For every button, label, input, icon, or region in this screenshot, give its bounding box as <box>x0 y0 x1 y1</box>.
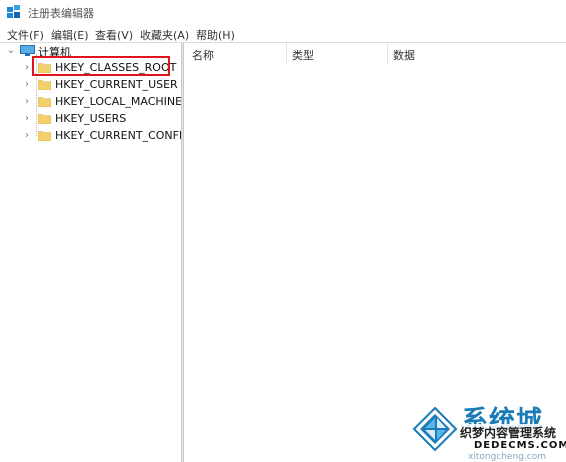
tree-item-hkey-current-user[interactable]: › HKEY_CURRENT_USER <box>0 77 178 93</box>
folder-icon <box>38 131 51 141</box>
folder-icon <box>38 97 51 107</box>
folder-icon <box>38 114 51 124</box>
column-separator[interactable] <box>387 43 388 63</box>
folder-icon <box>38 80 51 90</box>
column-header-type[interactable]: 类型 <box>292 47 314 63</box>
chevron-right-icon[interactable]: › <box>22 111 32 127</box>
menu-help[interactable]: 帮助(H) <box>196 27 235 43</box>
watermark-domain: DEDECMS.COM <box>474 440 566 451</box>
column-separator[interactable] <box>286 43 287 63</box>
tree-item-label: HKEY_USERS <box>55 112 127 125</box>
tree-item-label: HKEY_CLASSES_ROOT <box>55 61 177 74</box>
folder-icon <box>38 63 51 73</box>
tree-root-computer[interactable]: ⌄ 计算机 <box>4 43 174 59</box>
tree-item-hkey-local-machine[interactable]: › HKEY_LOCAL_MACHINE <box>0 94 182 110</box>
chevron-down-icon[interactable]: ⌄ <box>6 43 16 59</box>
windows-logo-icon <box>412 406 458 452</box>
chevron-right-icon[interactable]: › <box>22 94 32 110</box>
watermark-faint: xitongcheng.com <box>468 452 546 462</box>
window-title: 注册表编辑器 <box>28 7 94 20</box>
menu-view[interactable]: 查看(V) <box>95 27 133 43</box>
chevron-right-icon[interactable]: › <box>22 128 32 144</box>
watermark: 系统城 织梦内容管理系统 DEDECMS.COM xitongcheng.com <box>410 396 566 462</box>
watermark-sub: 织梦内容管理系统 <box>458 424 559 441</box>
tree-root-label: 计算机 <box>38 46 71 59</box>
menu-bar: 文件(F) 编辑(E) 查看(V) 收藏夹(A) 帮助(H) <box>0 24 566 42</box>
menu-file[interactable]: 文件(F) <box>7 27 44 43</box>
tree-item-hkey-classes-root[interactable]: › HKEY_CLASSES_ROOT <box>0 60 178 76</box>
chevron-right-icon[interactable]: › <box>22 60 32 76</box>
tree-item-label: HKEY_CURRENT_CONFIG <box>55 129 191 142</box>
tree-item-label: HKEY_LOCAL_MACHINE <box>55 95 183 108</box>
tree-item-hkey-users[interactable]: › HKEY_USERS <box>0 111 178 127</box>
column-header-name[interactable]: 名称 <box>192 47 214 63</box>
tree-item-label: HKEY_CURRENT_USER <box>55 78 178 91</box>
menu-favorites[interactable]: 收藏夹(A) <box>140 27 189 43</box>
title-bar: 注册表编辑器 <box>0 0 566 24</box>
column-header-data[interactable]: 数据 <box>393 47 415 63</box>
computer-icon <box>20 45 35 56</box>
menu-edit[interactable]: 编辑(E) <box>51 27 89 43</box>
registry-editor-icon <box>7 5 20 18</box>
chevron-right-icon[interactable]: › <box>22 77 32 93</box>
tree-item-hkey-current-config[interactable]: › HKEY_CURRENT_CONFIG <box>0 128 191 144</box>
